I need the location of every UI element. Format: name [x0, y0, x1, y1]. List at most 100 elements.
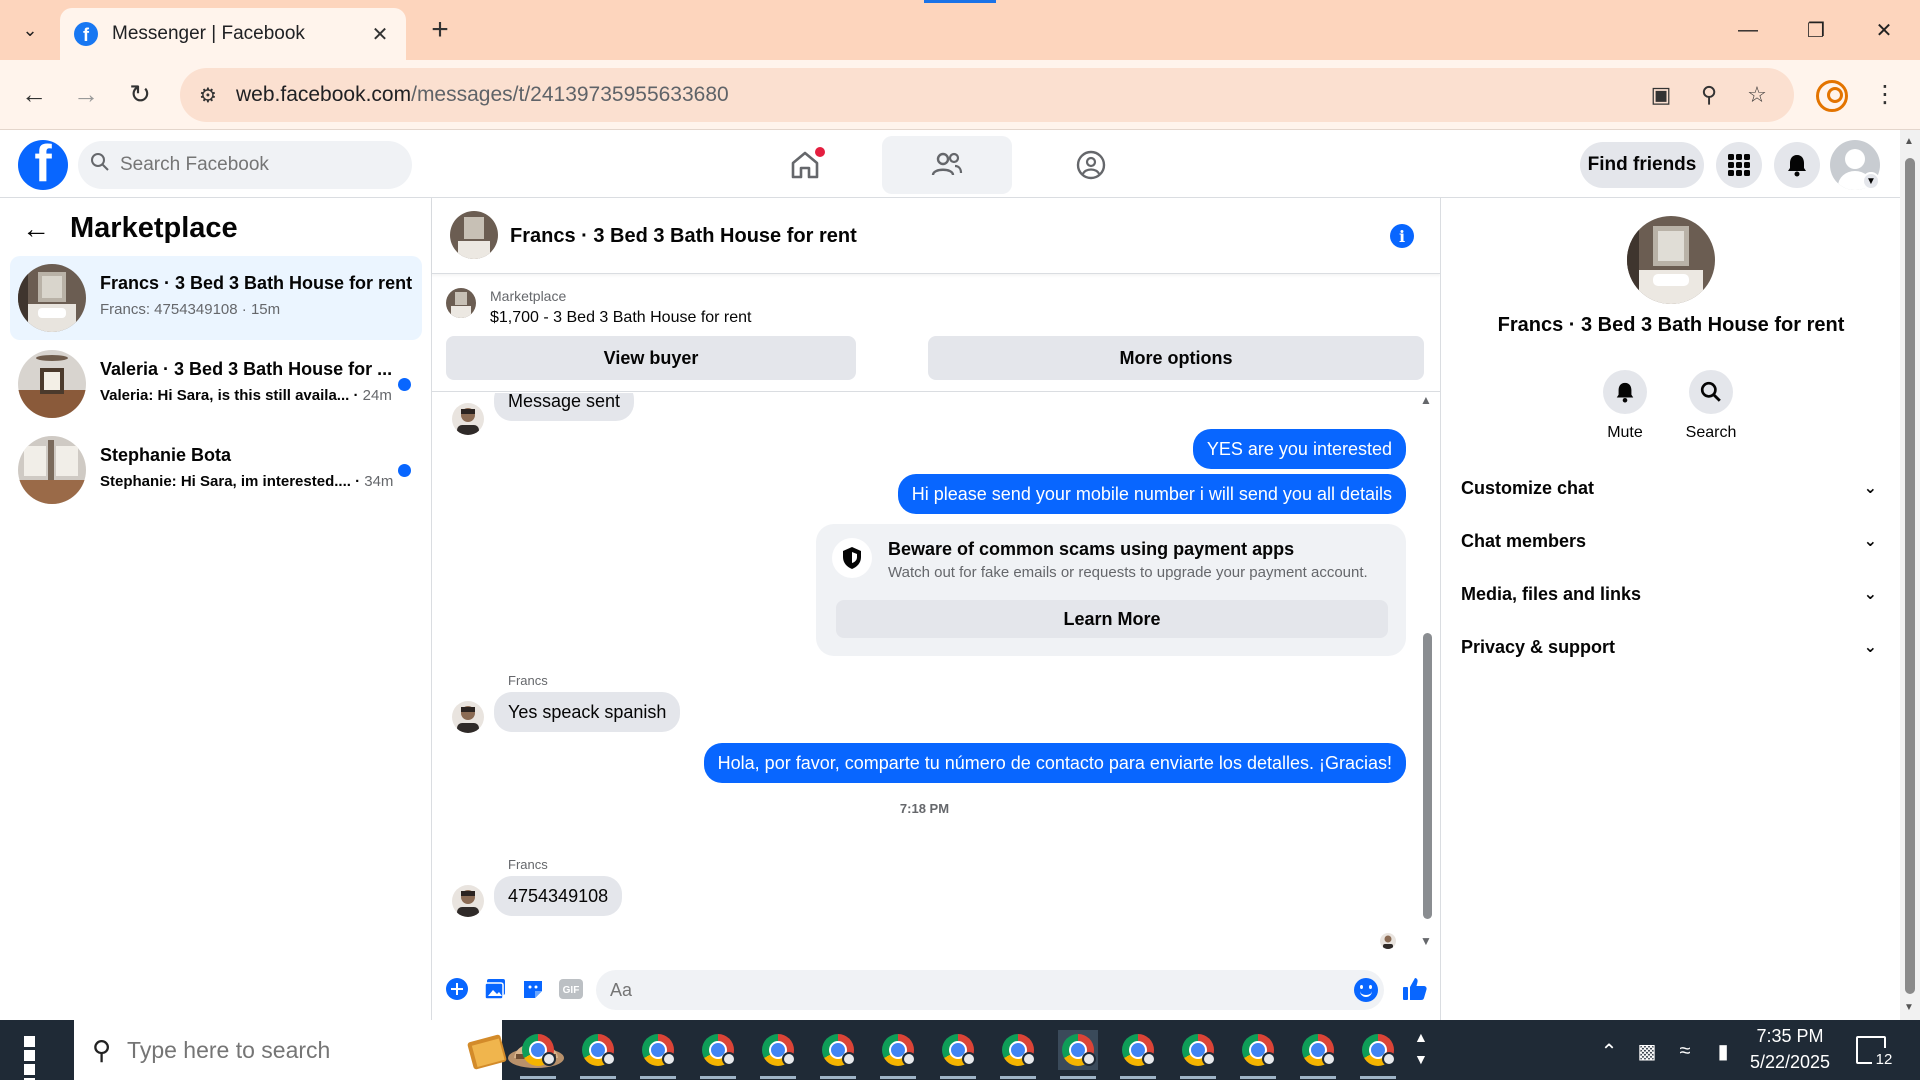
chrome-taskbar-icon[interactable]: [638, 1030, 678, 1079]
install-app-icon[interactable]: ▣: [1646, 80, 1676, 110]
view-buyer-button[interactable]: View buyer: [446, 336, 856, 380]
find-friends-button[interactable]: Find friends: [1580, 142, 1704, 188]
taskbar-search-box[interactable]: ⚲: [74, 1020, 564, 1080]
chrome-taskbar-icon[interactable]: [938, 1030, 978, 1079]
chrome-taskbar-icon-active[interactable]: [1058, 1030, 1098, 1079]
browser-profile-icon[interactable]: [1816, 80, 1848, 112]
thumbs-up-icon[interactable]: [1402, 976, 1428, 1002]
chrome-taskbar-icon[interactable]: [758, 1030, 798, 1079]
search-action[interactable]: Search: [1666, 370, 1756, 442]
chrome-taskbar-icon[interactable]: [1238, 1030, 1278, 1079]
customize-chat-row[interactable]: Customize chat ⌄: [1449, 464, 1889, 512]
message-bubble-outgoing[interactable]: Hola, por favor, comparte tu número de c…: [703, 743, 1406, 783]
listing-thumbnail-small[interactable]: [446, 288, 476, 318]
learn-more-button[interactable]: Learn More: [836, 600, 1388, 638]
site-info-icon[interactable]: ⚙: [194, 81, 222, 109]
nav-tab-home[interactable]: [740, 136, 870, 194]
emoji-icon[interactable]: [1354, 978, 1378, 1002]
clock-date[interactable]: 5/22/2025: [1740, 1052, 1840, 1073]
close-window-button[interactable]: ✕: [1856, 8, 1912, 52]
bookmark-star-icon[interactable]: ☆: [1742, 80, 1772, 110]
facebook-logo-icon[interactable]: f: [18, 140, 68, 190]
new-tab-button[interactable]: +: [422, 12, 458, 48]
sticker-icon[interactable]: [520, 976, 546, 1002]
chrome-taskbar-icon[interactable]: [998, 1030, 1038, 1079]
conversation-item-valeria[interactable]: Valeria · 3 Bed 3 Bath House for ... Val…: [10, 342, 422, 426]
chrome-taskbar-icon[interactable]: [818, 1030, 858, 1079]
chat-scrollbar-thumb[interactable]: [1423, 633, 1432, 919]
forward-button[interactable]: →: [66, 74, 106, 114]
chat-header-avatar[interactable]: [450, 211, 498, 259]
nav-tab-groups[interactable]: [1026, 136, 1156, 194]
chat-scrollbar[interactable]: ▲ ▼: [1420, 393, 1434, 958]
scroll-up-icon[interactable]: ▲: [1904, 136, 1914, 147]
browser-menu-icon[interactable]: ⋮: [1870, 74, 1900, 114]
chat-members-row[interactable]: Chat members ⌄: [1449, 517, 1889, 565]
menu-grid-button[interactable]: [1716, 142, 1762, 188]
chat-scroll-down-icon[interactable]: ▼: [1420, 934, 1432, 948]
page-scrollbar-thumb[interactable]: [1905, 158, 1915, 994]
conversation-avatar-large[interactable]: [1627, 216, 1715, 304]
photo-icon[interactable]: [482, 976, 508, 1002]
url-path: /messages/t/24139735955633680: [411, 83, 729, 106]
url-text[interactable]: web.facebook.com/messages/t/241397359556…: [236, 68, 729, 122]
notifications-button[interactable]: [1774, 142, 1820, 188]
facebook-search-box[interactable]: [78, 141, 412, 189]
message-bubble-incoming[interactable]: Message sent: [494, 393, 635, 421]
zoom-icon[interactable]: ⚲: [1694, 80, 1724, 110]
account-chevron-down-icon[interactable]: ▼: [1862, 172, 1880, 190]
minimize-window-button[interactable]: —: [1720, 8, 1776, 52]
chrome-taskbar-icon[interactable]: [1178, 1030, 1218, 1079]
conversation-item-francs[interactable]: Francs · 3 Bed 3 Bath House for rent Fra…: [10, 256, 422, 340]
back-button[interactable]: ←: [14, 74, 54, 114]
reload-button[interactable]: ↻: [120, 74, 160, 114]
windows-start-icon[interactable]: [12, 1034, 60, 1080]
tab-search-chevron-icon[interactable]: ⌄: [8, 12, 52, 48]
taskbar-scroll-arrows-icon[interactable]: ▲ ▼: [1414, 1026, 1428, 1070]
media-files-links-row[interactable]: Media, files and links ⌄: [1449, 570, 1889, 618]
bell-icon[interactable]: [1603, 370, 1647, 414]
browser-tab-messenger[interactable]: f Messenger | Facebook ✕: [60, 8, 406, 60]
battery-icon[interactable]: ▮: [1710, 1038, 1736, 1064]
more-options-button[interactable]: More options: [928, 336, 1424, 380]
sender-avatar[interactable]: [452, 701, 484, 733]
plus-circle-icon[interactable]: [444, 976, 470, 1002]
message-input[interactable]: [596, 970, 1384, 1010]
message-bubble-outgoing[interactable]: Hi please send your mobile number i will…: [897, 474, 1406, 514]
chrome-taskbar-icon[interactable]: [1298, 1030, 1338, 1079]
chrome-taskbar-icon[interactable]: [518, 1030, 558, 1079]
chat-title[interactable]: Francs · 3 Bed 3 Bath House for rent: [510, 198, 857, 274]
taskbar-search-input[interactable]: [127, 1036, 378, 1064]
privacy-support-row[interactable]: Privacy & support ⌄: [1449, 623, 1889, 671]
show-hidden-icons-chevron-icon[interactable]: ⌃: [1596, 1038, 1622, 1064]
search-icon[interactable]: [1689, 370, 1733, 414]
chrome-taskbar-icon[interactable]: [878, 1030, 918, 1079]
listing-title[interactable]: $1,700 - 3 Bed 3 Bath House for rent: [490, 309, 752, 327]
conversation-info-icon[interactable]: i: [1390, 224, 1414, 248]
conversation-name: Francs · 3 Bed 3 Bath House for rent: [1497, 314, 1845, 336]
chrome-taskbar-icon[interactable]: [1118, 1030, 1158, 1079]
network-icon[interactable]: ≈: [1672, 1038, 1698, 1064]
scroll-down-icon[interactable]: ▼: [1904, 1002, 1914, 1013]
chat-scroll-up-icon[interactable]: ▲: [1420, 393, 1432, 407]
conversation-item-stephanie[interactable]: Stephanie Bota Stephanie: Hi Sara, im in…: [10, 428, 422, 512]
message-bubble-outgoing[interactable]: YES are you interested: [1192, 429, 1406, 469]
chrome-taskbar-icon[interactable]: [698, 1030, 738, 1079]
chrome-taskbar-icon[interactable]: [1358, 1030, 1398, 1079]
message-bubble-incoming[interactable]: 4754349108: [494, 876, 623, 916]
gif-icon[interactable]: GIF: [558, 976, 584, 1002]
restore-window-button[interactable]: ❐: [1788, 8, 1844, 52]
meet-now-icon[interactable]: ▩: [1634, 1038, 1660, 1064]
address-bar[interactable]: ⚙ web.facebook.com/messages/t/2413973595…: [180, 68, 1794, 122]
message-bubble-incoming[interactable]: Yes speack spanish: [494, 692, 681, 732]
tab-close-icon[interactable]: ✕: [368, 22, 392, 47]
notification-count-badge: 12: [1872, 1048, 1896, 1072]
chrome-taskbar-icon[interactable]: [578, 1030, 618, 1079]
nav-tab-friends[interactable]: [882, 136, 1012, 194]
clock-time[interactable]: 7:35 PM: [1740, 1026, 1840, 1047]
back-arrow-icon[interactable]: ←: [22, 213, 58, 245]
sender-avatar[interactable]: [452, 885, 484, 917]
page-scrollbar[interactable]: ▲ ▼: [1900, 130, 1920, 1020]
facebook-search-input[interactable]: [120, 154, 390, 176]
mute-action[interactable]: Mute: [1580, 370, 1670, 442]
